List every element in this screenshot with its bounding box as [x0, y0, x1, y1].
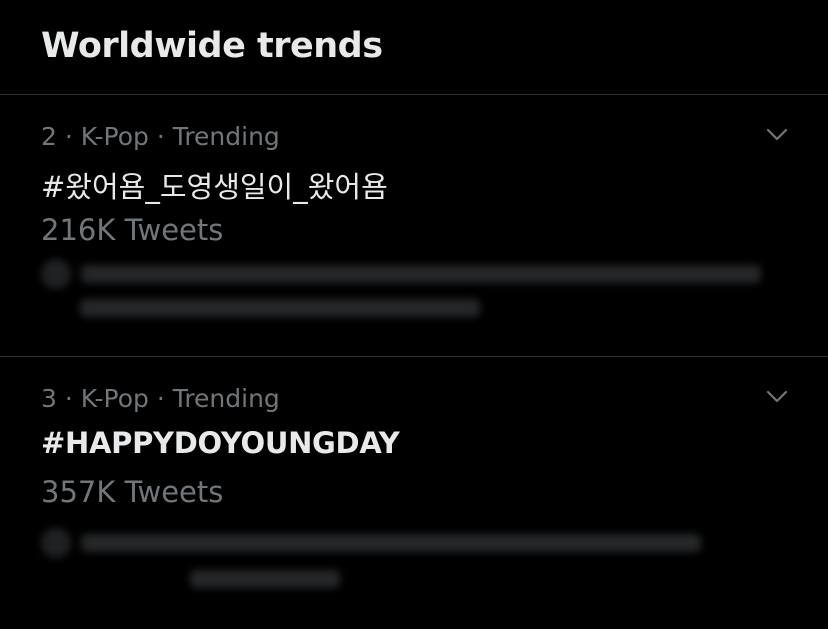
page-title: Worldwide trends [41, 26, 383, 66]
trend-meta: 2 · K-Pop · Trending [41, 122, 280, 151]
trend-name[interactable]: #HAPPYDOYOUNGDAY [41, 426, 400, 460]
chevron-down-icon[interactable] [766, 128, 788, 142]
chevron-down-icon[interactable] [766, 390, 788, 404]
trend-meta: 3 · K-Pop · Trending [41, 384, 280, 413]
blurred-related-tweets [41, 528, 701, 558]
trend-item[interactable]: 2 · K-Pop · Trending #왔어욤_도영생일이_왔어욤 216K… [0, 96, 828, 357]
trend-tweet-count: 216K Tweets [41, 213, 224, 247]
trend-tweet-count: 357K Tweets [41, 475, 224, 509]
blurred-related-tweets-line [80, 299, 480, 317]
avatar [41, 259, 71, 289]
trend-name[interactable]: #왔어욤_도영생일이_왔어욤 [41, 164, 388, 206]
blurred-related-tweets-line [190, 570, 340, 588]
blurred-related-tweets [41, 259, 761, 289]
page-header: Worldwide trends [0, 0, 828, 95]
avatar [41, 528, 71, 558]
trend-item[interactable]: 3 · K-Pop · Trending #HAPPYDOYOUNGDAY 35… [0, 358, 828, 629]
